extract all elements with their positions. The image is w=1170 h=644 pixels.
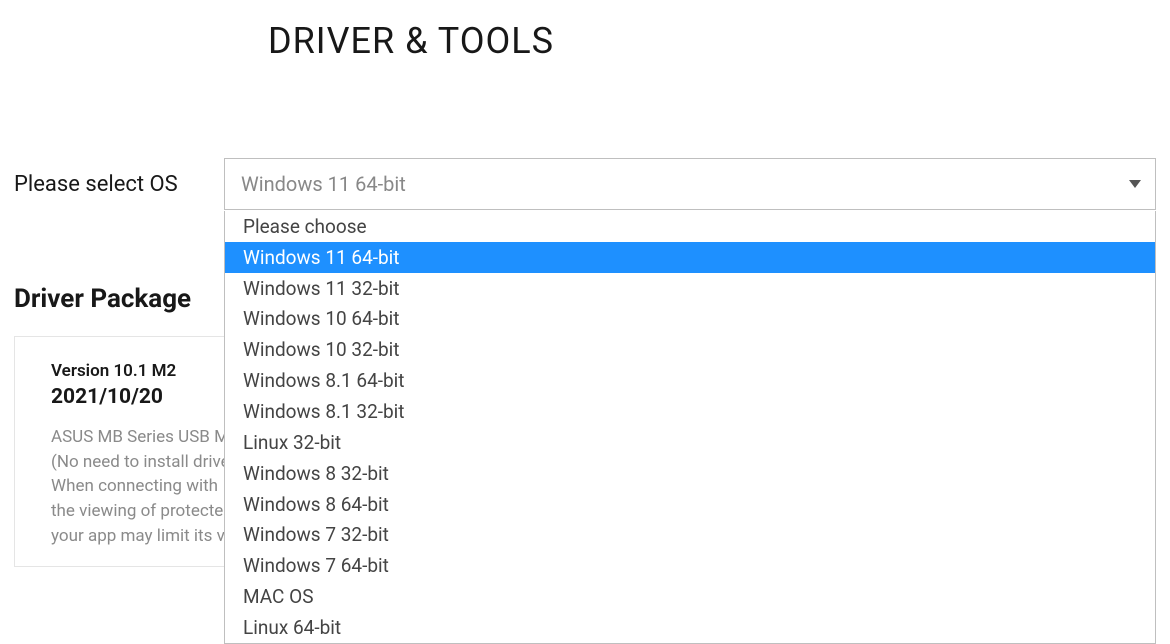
os-option[interactable]: Windows 8 64-bit	[225, 489, 1155, 520]
os-select-label: Please select OS	[14, 172, 224, 197]
os-option[interactable]: Linux 64-bit	[225, 612, 1155, 643]
chevron-down-icon	[1129, 180, 1141, 188]
os-option[interactable]: Please choose	[225, 211, 1155, 242]
page-title: DRIVER & TOOLS	[268, 20, 1170, 62]
os-option[interactable]: Windows 10 64-bit	[225, 304, 1155, 335]
os-option[interactable]: MAC OS	[225, 581, 1155, 612]
os-select[interactable]: Windows 11 64-bit	[224, 158, 1156, 210]
os-option[interactable]: Windows 10 32-bit	[225, 334, 1155, 365]
os-option[interactable]: Windows 8 32-bit	[225, 458, 1155, 489]
os-select-wrap: Windows 11 64-bit Please chooseWindows 1…	[224, 158, 1156, 210]
os-option[interactable]: Windows 8.1 32-bit	[225, 396, 1155, 427]
os-select-row: Please select OS Windows 11 64-bit Pleas…	[0, 158, 1170, 210]
os-select-dropdown: Please chooseWindows 11 64-bitWindows 11…	[224, 211, 1156, 644]
os-option[interactable]: Windows 8.1 64-bit	[225, 365, 1155, 396]
os-option[interactable]: Linux 32-bit	[225, 427, 1155, 458]
os-option[interactable]: Windows 7 32-bit	[225, 520, 1155, 551]
os-select-value: Windows 11 64-bit	[241, 172, 406, 196]
os-option[interactable]: Windows 11 64-bit	[225, 242, 1155, 273]
os-option[interactable]: Windows 7 64-bit	[225, 550, 1155, 581]
os-option[interactable]: Windows 11 32-bit	[225, 273, 1155, 304]
